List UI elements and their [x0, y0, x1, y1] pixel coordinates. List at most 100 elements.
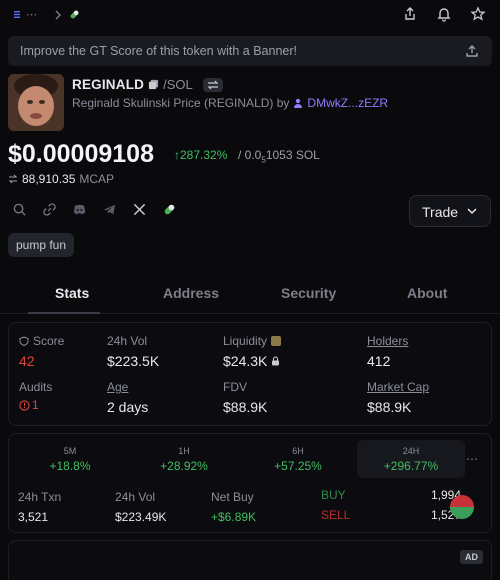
buy-sell-ratio-indicator	[450, 495, 474, 519]
market-cap: 88,910.35 MCAP	[8, 172, 114, 186]
banner-text: Improve the GT Score of this token with …	[20, 44, 297, 58]
timeframe-5m[interactable]: 5M +18.8%	[16, 440, 124, 478]
telegram-icon[interactable]	[102, 202, 117, 217]
liquidity-value: $24.3K	[223, 353, 268, 369]
holders-cell[interactable]: Holders 412	[367, 334, 408, 369]
audits-cell: Audits 1	[19, 380, 52, 416]
price-change-value: 287.32%	[180, 148, 228, 162]
timeframe-change: +18.8%	[49, 459, 91, 473]
liquidity-label: Liquidity	[223, 334, 268, 348]
search-icon[interactable]	[12, 202, 27, 217]
bell-icon[interactable]	[436, 6, 452, 22]
buy-label: BUY	[321, 488, 346, 502]
mcap-label: MCAP	[79, 172, 115, 186]
sol-prefix: / 0.0	[238, 148, 262, 162]
liquidity-cell: Liquidity $24.3K	[223, 334, 282, 369]
fdv-label: FDV	[223, 380, 247, 394]
vol-stat-label: 24h Vol	[115, 490, 156, 504]
link-icon[interactable]	[42, 202, 57, 217]
trade-button[interactable]: Trade	[409, 195, 491, 227]
lock-icon	[272, 356, 280, 366]
swap-icon	[8, 174, 18, 184]
ad-card[interactable]: AD	[8, 540, 492, 580]
trade-label: Trade	[422, 204, 459, 220]
creator-address[interactable]: DMwkZ...zEZR	[307, 96, 388, 110]
age-value: 2 days	[107, 399, 149, 415]
active-tab-indicator	[28, 312, 100, 314]
star-icon[interactable]	[470, 6, 486, 22]
swap-pair-button[interactable]	[202, 77, 223, 92]
timeframe-label: 24H	[402, 446, 420, 456]
upload-icon[interactable]	[464, 43, 480, 59]
liquidity-source-icon	[271, 336, 282, 346]
net-buy-label: Net Buy	[211, 490, 254, 504]
transactions-card: 5M +18.8% 1H +28.92% 6H +57.25% 24H +296…	[8, 433, 492, 533]
chevron-right-icon	[55, 10, 61, 19]
pill-icon[interactable]	[162, 202, 177, 217]
tab-bar: Stats Address Security About	[0, 272, 500, 314]
ad-badge: AD	[460, 550, 483, 564]
timeframe-label: 6H	[292, 446, 304, 456]
txn-label: 24h Txn	[18, 490, 62, 504]
tab-address[interactable]: Address	[163, 285, 219, 301]
market-cap-label[interactable]: Market Cap	[367, 380, 429, 394]
tab-stats[interactable]: Stats	[55, 285, 89, 301]
market-cap-value: $88.9K	[367, 399, 412, 415]
breadcrumb-more[interactable]: ⋯	[26, 8, 37, 21]
token-pair: /SOL	[163, 77, 193, 92]
audits-badge[interactable]: 1	[19, 398, 39, 412]
alert-icon	[19, 399, 30, 411]
token-full-name: Reginald Skulinski Price (REGINALD) by	[72, 96, 290, 110]
breadcrumb: ⋯	[14, 8, 80, 21]
user-icon	[294, 98, 303, 108]
token-symbol: REGINALD	[72, 77, 145, 92]
x-twitter-icon[interactable]	[132, 202, 147, 217]
mcap-value: 88,910.35	[22, 172, 76, 186]
timeframe-change: +57.25%	[274, 459, 322, 473]
vol-cell: 24h Vol $223.5K	[107, 334, 159, 369]
vol-stat: 24h Vol $223.49K	[115, 490, 166, 524]
buy-sell-breakdown: BUY 1,994 SELL 1,527	[321, 488, 461, 528]
timeframe-24h[interactable]: 24H +296.77%	[357, 440, 465, 478]
more-options-icon[interactable]: ⋯	[466, 452, 479, 466]
score-label: Score	[33, 334, 65, 348]
pill-icon[interactable]	[69, 9, 80, 20]
stats-card: Score 42 24h Vol $223.5K Liquidity $24.3…	[8, 322, 492, 426]
txn-stat: 24h Txn 3,521	[18, 490, 61, 524]
market-cap-cell[interactable]: Market Cap $88.9K	[367, 380, 429, 415]
txn-value: 3,521	[18, 510, 49, 524]
price-in-sol: / 0.051053 SOL	[238, 148, 320, 164]
tab-security[interactable]: Security	[281, 285, 336, 301]
vol-stat-value: $223.49K	[115, 510, 167, 524]
holders-value: 412	[367, 353, 391, 369]
social-links	[12, 202, 177, 217]
vol-label: 24h Vol	[107, 334, 148, 348]
timeframe-1h[interactable]: 1H +28.92%	[130, 440, 238, 478]
discord-icon[interactable]	[72, 202, 87, 217]
holders-label[interactable]: Holders	[367, 334, 408, 348]
token-avatar	[8, 74, 64, 131]
category-tag[interactable]: pump fun	[8, 233, 75, 257]
age-cell: Age 2 days	[107, 380, 148, 415]
sol-rest: 1053 SOL	[265, 148, 320, 162]
token-price: $0.00009108	[8, 140, 154, 168]
menu-icon[interactable]	[14, 11, 20, 18]
net-buy-stat: Net Buy +$6.89K	[211, 490, 256, 524]
timeframe-label: 5M	[63, 446, 77, 456]
top-bar: ⋯	[0, 0, 500, 32]
chevron-down-icon	[467, 208, 477, 215]
copy-icon[interactable]	[148, 79, 159, 90]
timeframe-change: +28.92%	[160, 459, 208, 473]
timeframe-label: 1H	[178, 446, 190, 456]
price-change: ↑287.32%	[174, 148, 227, 162]
age-label[interactable]: Age	[107, 380, 148, 394]
timeframe-6h[interactable]: 6H +57.25%	[244, 440, 352, 478]
score-value: 42	[19, 353, 35, 369]
share-icon[interactable]	[402, 6, 418, 22]
promo-banner[interactable]: Improve the GT Score of this token with …	[8, 36, 492, 66]
audits-value: 1	[32, 398, 39, 412]
tab-about[interactable]: About	[407, 285, 447, 301]
timeframe-change: +296.77%	[383, 459, 439, 473]
fdv-value: $88.9K	[223, 399, 268, 415]
shield-icon	[19, 336, 29, 346]
